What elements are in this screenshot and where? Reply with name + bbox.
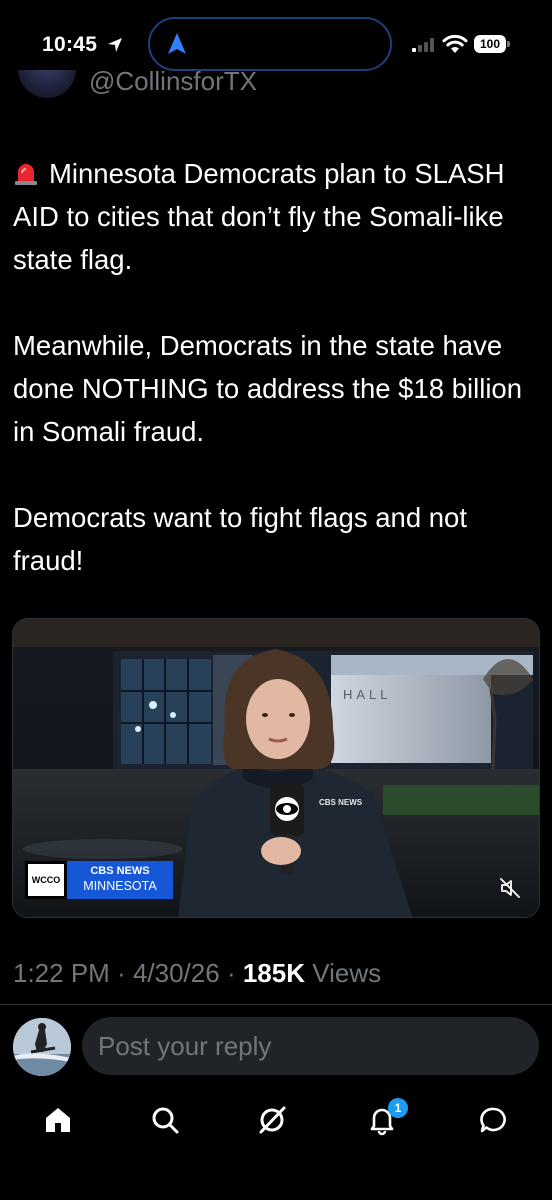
tweet-video[interactable]: HALL CBS NEWS WCCO CBS NEWS MINNESOTA — [12, 618, 540, 918]
home-icon — [46, 1108, 70, 1132]
tweet-time[interactable]: 1:22 PM — [13, 958, 110, 988]
tweet-paragraph-3: Democrats want to fight flags and not fr… — [13, 502, 467, 576]
navigation-icon — [168, 33, 186, 54]
message-icon — [480, 1107, 506, 1133]
tweet-paragraph: Minnesota Democrats plan to SLASH AID to… — [13, 152, 543, 281]
grok-icon — [259, 1106, 286, 1134]
nav-search[interactable] — [145, 1100, 185, 1140]
tweet-text: Minnesota Democrats plan to SLASH AID to… — [13, 152, 543, 582]
siren-icon — [13, 155, 39, 185]
bottom-nav: 1 — [0, 1090, 552, 1150]
nav-notifications[interactable]: 1 — [362, 1098, 408, 1140]
signal-icon — [412, 38, 434, 52]
divider — [0, 1004, 552, 1005]
battery-level: 100 — [474, 35, 506, 53]
notification-badge: 1 — [388, 1098, 408, 1118]
reply-input[interactable] — [82, 1017, 539, 1075]
tweet-paragraph-1: Minnesota Democrats plan to SLASH AID to… — [13, 158, 505, 275]
user-avatar[interactable] — [13, 1018, 71, 1076]
tweet-paragraph-2: Meanwhile, Democrats in the state have d… — [13, 330, 523, 447]
location-arrow-icon — [108, 38, 122, 52]
status-bar: 10:45 100 — [0, 0, 552, 80]
status-time: 10:45 — [42, 33, 98, 56]
mic-flag-label: CBS NEWS — [319, 798, 363, 807]
tweet-date[interactable]: 4/30/26 — [133, 958, 220, 988]
author-row[interactable]: @CollinsforTX — [14, 70, 534, 100]
wcco-logo: WCCO — [25, 861, 67, 899]
tweet-meta: 1:22 PM · 4/30/26 · 185K Views — [13, 958, 382, 988]
mute-icon[interactable] — [499, 877, 521, 899]
nav-grok[interactable] — [252, 1100, 292, 1140]
author-handle[interactable]: @CollinsforTX — [89, 70, 257, 97]
station-logo: WCCO CBS NEWS MINNESOTA — [25, 861, 173, 899]
network-line-2: MINNESOTA — [83, 879, 157, 893]
views-label: Views — [312, 958, 382, 988]
nav-home[interactable] — [38, 1100, 78, 1140]
dynamic-island[interactable] — [148, 17, 392, 71]
search-icon — [152, 1107, 179, 1134]
cbs-news-minnesota-logo: CBS NEWS MINNESOTA — [67, 861, 173, 899]
network-line-1: CBS NEWS — [90, 865, 150, 877]
author-avatar[interactable] — [18, 70, 76, 98]
building-sign: HALL — [343, 687, 392, 702]
battery-icon: 100 — [474, 35, 510, 53]
wifi-icon — [442, 34, 468, 53]
views-count: 185K — [242, 958, 305, 988]
nav-messages[interactable] — [474, 1100, 514, 1140]
